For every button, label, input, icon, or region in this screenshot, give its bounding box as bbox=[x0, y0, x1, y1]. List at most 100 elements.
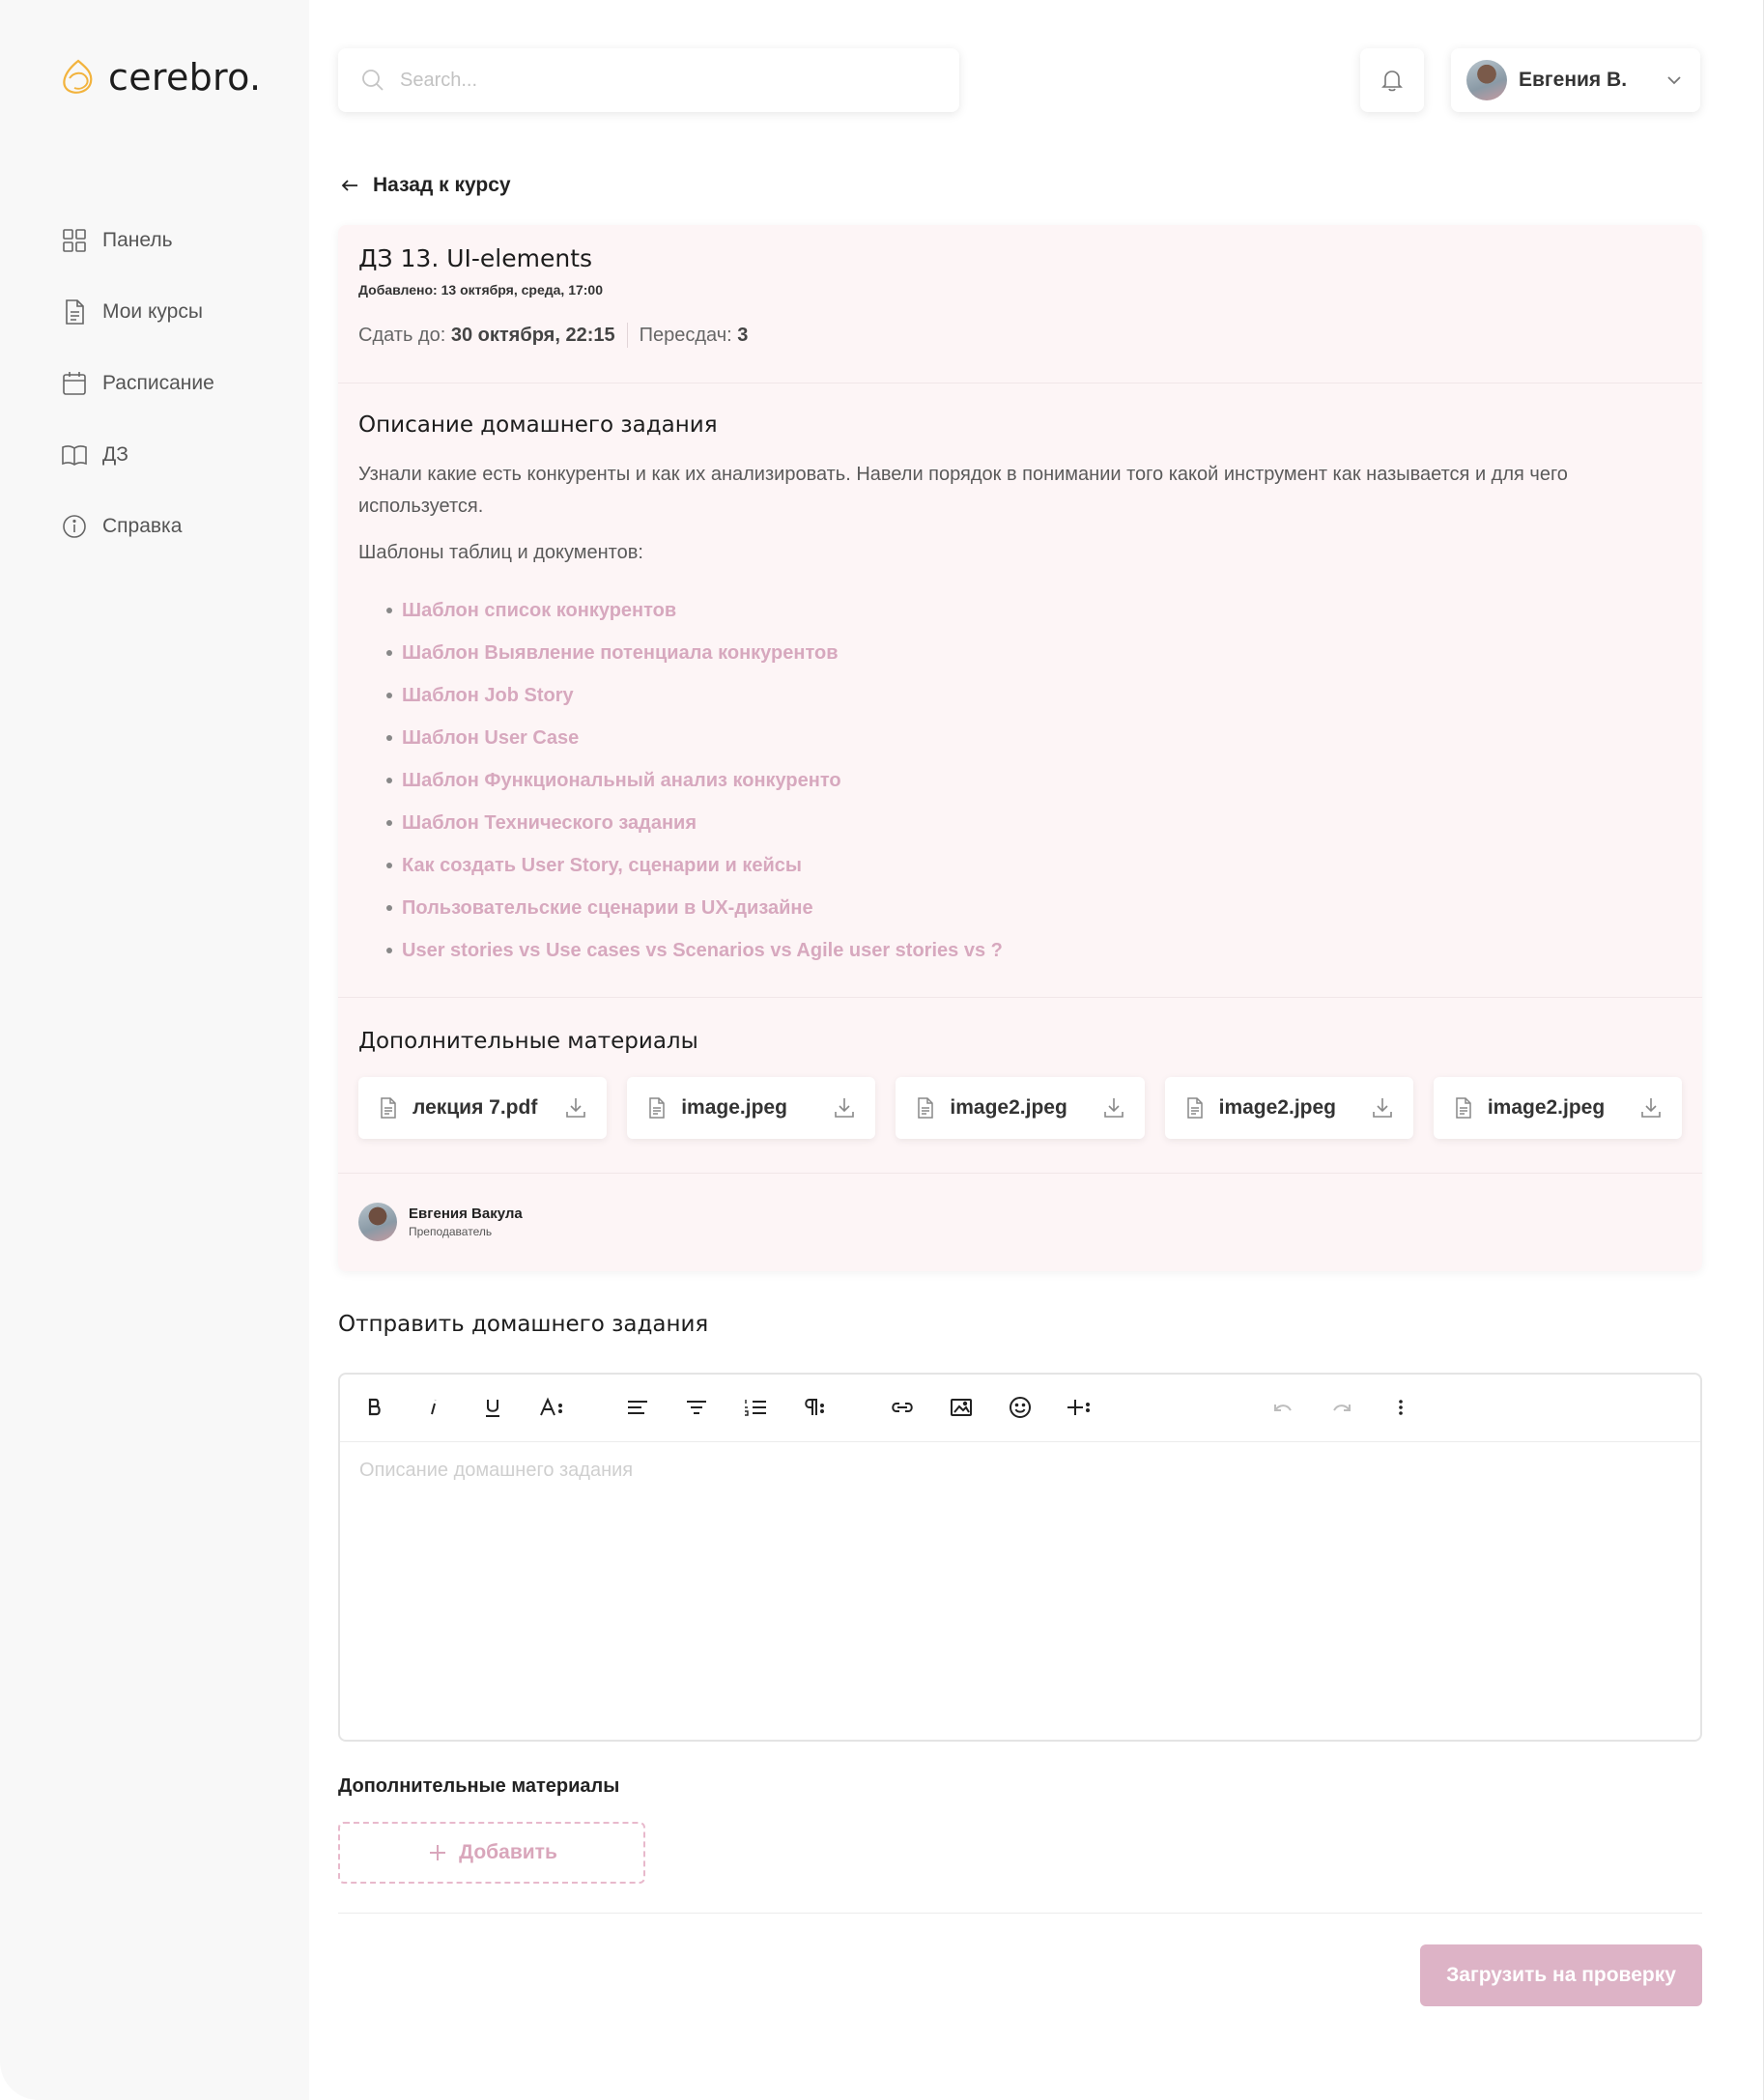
added-date: Добавлено: 13 октября, среда, 17:00 bbox=[358, 282, 603, 298]
bullet bbox=[386, 735, 392, 741]
user-menu[interactable]: Евгения В. bbox=[1451, 48, 1700, 112]
insert-more-button[interactable] bbox=[1064, 1392, 1095, 1423]
chevron-down-icon bbox=[1667, 76, 1681, 85]
upload-for-review-button[interactable]: Загрузить на проверку bbox=[1420, 1944, 1702, 2006]
align-left-button[interactable] bbox=[622, 1392, 653, 1423]
template-link[interactable]: Шаблон User Case bbox=[402, 727, 579, 750]
calendar-icon bbox=[63, 372, 86, 395]
bullet bbox=[386, 650, 392, 656]
template-link[interactable]: Шаблон Технического задания bbox=[402, 812, 697, 835]
description-heading: Описание домашнего задания bbox=[358, 412, 718, 438]
avatar bbox=[1466, 60, 1507, 100]
user-name: Евгения В. bbox=[1519, 69, 1628, 91]
search-box[interactable] bbox=[338, 48, 959, 112]
link-button[interactable] bbox=[887, 1392, 918, 1423]
align-center-button[interactable] bbox=[681, 1392, 712, 1423]
sidebar-item-label: ДЗ bbox=[102, 443, 128, 466]
add-material-button[interactable]: Добавить bbox=[338, 1822, 645, 1884]
template-link[interactable]: Шаблон Выявление потенциала конкурентов bbox=[402, 642, 838, 665]
search-icon bbox=[362, 70, 384, 91]
list-item: Шаблон User Case bbox=[386, 717, 1682, 759]
divider bbox=[338, 1913, 1702, 1914]
materials-section: Дополнительные материалы лекция 7.pdf im… bbox=[338, 998, 1702, 1174]
image-button[interactable] bbox=[946, 1392, 977, 1423]
upload-label: Загрузить на проверку bbox=[1446, 1964, 1676, 1986]
file-card[interactable]: image.jpeg bbox=[627, 1077, 876, 1139]
underline-button[interactable] bbox=[477, 1392, 508, 1423]
download-icon[interactable] bbox=[1637, 1094, 1664, 1121]
sidebar-item-label: Панель bbox=[102, 229, 173, 251]
divider bbox=[626, 323, 628, 348]
align-center-icon bbox=[687, 1401, 706, 1414]
back-label: Назад к курсу bbox=[373, 174, 511, 196]
author-block: Евгения Вакула Преподаватель bbox=[338, 1174, 1702, 1270]
sidebar-item-schedule[interactable]: Расписание bbox=[60, 348, 214, 419]
file-card[interactable]: лекция 7.pdf bbox=[358, 1077, 608, 1139]
sidebar-item-help[interactable]: Справка bbox=[60, 491, 214, 562]
retakes-label: Пересдач: bbox=[639, 324, 732, 346]
sidebar-nav: Панель Мои курсы Расписание ДЗ Справка bbox=[60, 205, 214, 562]
template-link[interactable]: Шаблон Job Story bbox=[402, 685, 574, 707]
emoji-button[interactable] bbox=[1005, 1392, 1036, 1423]
logo-icon bbox=[63, 59, 93, 94]
sidebar-item-panel[interactable]: Панель bbox=[60, 205, 214, 276]
sidebar-item-homework[interactable]: ДЗ bbox=[60, 419, 214, 491]
notifications-button[interactable] bbox=[1360, 48, 1424, 112]
sidebar: cerebro. Панель Мои курсы Расписание ДЗ … bbox=[0, 0, 309, 2100]
list-item: User stories vs Use cases vs Scenarios v… bbox=[386, 929, 1682, 972]
italic-button[interactable] bbox=[418, 1392, 449, 1423]
document-icon bbox=[66, 299, 84, 325]
template-link[interactable]: Шаблон список конкурентов bbox=[402, 600, 676, 622]
description-text: Узнали какие есть конкуренты и как их ан… bbox=[358, 464, 1568, 517]
undo-icon bbox=[1274, 1405, 1292, 1411]
submit-heading: Отправить домашнего задания bbox=[338, 1312, 709, 1337]
logo-text: cerebro. bbox=[108, 56, 262, 99]
materials-heading: Дополнительные материалы bbox=[358, 1029, 698, 1054]
font-size-icon bbox=[540, 1397, 562, 1416]
more-options-button[interactable] bbox=[1385, 1392, 1416, 1423]
undo-button[interactable] bbox=[1267, 1392, 1298, 1423]
deadline-row: Сдать до: 30 октября, 22:15 Пересдач: 3 bbox=[358, 323, 1682, 348]
search-input[interactable] bbox=[400, 69, 938, 92]
rich-text-editor bbox=[338, 1373, 1702, 1742]
sidebar-item-label: Расписание bbox=[102, 372, 214, 394]
assignment-header: ДЗ 13. UI-elements Добавлено: 13 октября… bbox=[338, 225, 1702, 383]
emoji-icon bbox=[1010, 1397, 1031, 1418]
author-role: Преподаватель bbox=[409, 1225, 493, 1238]
list-item: Шаблон список конкурентов bbox=[386, 589, 1682, 632]
bold-button[interactable] bbox=[359, 1392, 390, 1423]
numbered-list-icon bbox=[745, 1400, 766, 1416]
extra-materials-label: Дополнительные материалы bbox=[338, 1775, 620, 1797]
italic-icon bbox=[431, 1399, 437, 1415]
template-link[interactable]: Шаблон Функциональный анализ конкуренто bbox=[402, 770, 841, 792]
logo[interactable]: cerebro. bbox=[58, 56, 261, 99]
paragraph-button[interactable] bbox=[799, 1392, 830, 1423]
template-link[interactable]: Пользовательские сценарии в UX-дизайне bbox=[402, 897, 813, 920]
plus-icon bbox=[430, 1845, 446, 1860]
template-link[interactable]: Как создать User Story, сценарии и кейсы bbox=[402, 855, 802, 877]
font-size-button[interactable] bbox=[536, 1392, 567, 1423]
file-card[interactable]: image2.jpeg bbox=[896, 1077, 1145, 1139]
align-left-icon bbox=[628, 1401, 647, 1414]
bullet bbox=[386, 905, 392, 911]
file-name: image2.jpeg bbox=[950, 1096, 1067, 1119]
template-link[interactable]: User stories vs Use cases vs Scenarios v… bbox=[402, 940, 1003, 962]
homework-text-input[interactable] bbox=[359, 1460, 1683, 1720]
list-item: Шаблон Функциональный анализ конкуренто bbox=[386, 759, 1682, 802]
list-item: Как создать User Story, сценарии и кейсы bbox=[386, 844, 1682, 887]
sidebar-item-my-courses[interactable]: Мои курсы bbox=[60, 276, 214, 348]
file-card[interactable]: image2.jpeg bbox=[1433, 1077, 1683, 1139]
download-icon[interactable] bbox=[1369, 1094, 1396, 1121]
bullet bbox=[386, 948, 392, 953]
numbered-list-button[interactable] bbox=[740, 1392, 771, 1423]
list-item: Шаблон Выявление потенциала конкурентов bbox=[386, 632, 1682, 674]
file-icon bbox=[381, 1097, 396, 1119]
back-to-course-link[interactable]: Назад к курсу bbox=[338, 174, 511, 197]
assignment-title: ДЗ 13. UI-elements bbox=[358, 244, 593, 272]
file-name: image2.jpeg bbox=[1487, 1096, 1606, 1119]
redo-button[interactable] bbox=[1326, 1392, 1357, 1423]
download-icon[interactable] bbox=[831, 1094, 858, 1121]
file-card[interactable]: image2.jpeg bbox=[1164, 1077, 1413, 1139]
download-icon[interactable] bbox=[1100, 1094, 1127, 1121]
download-icon[interactable] bbox=[562, 1094, 589, 1121]
